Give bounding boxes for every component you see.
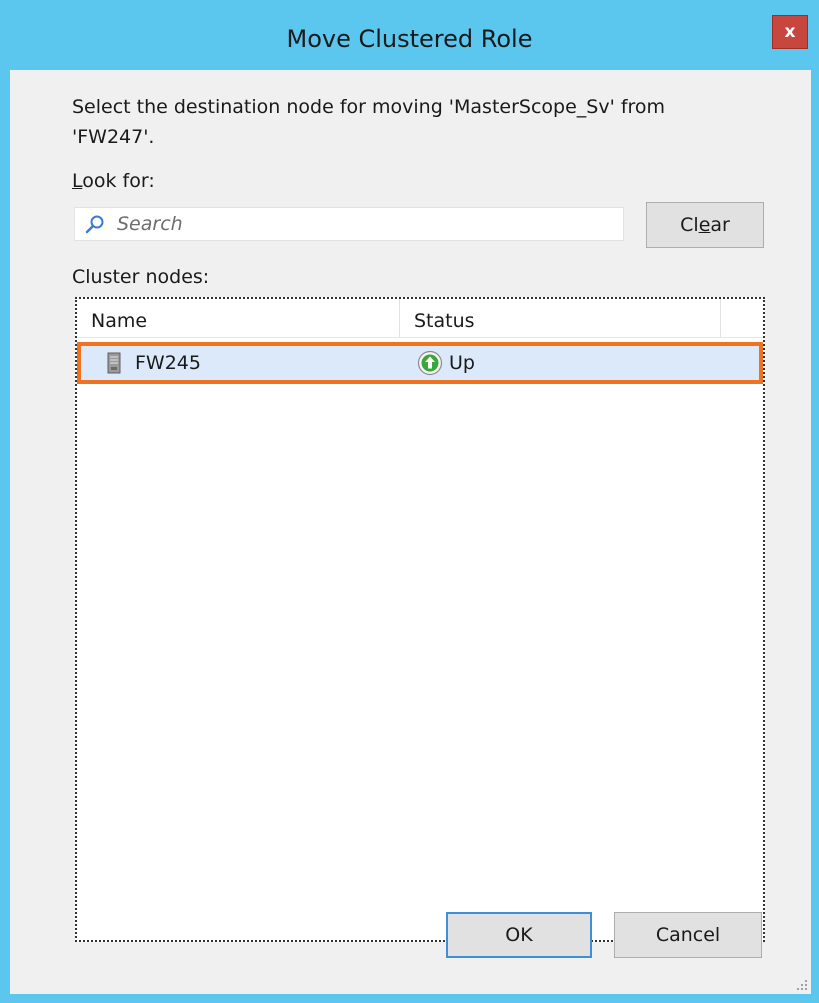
cluster-nodes-list[interactable]: Name Status FW245 Up — [75, 297, 765, 942]
ok-button[interactable]: OK — [446, 912, 592, 958]
move-clustered-role-dialog: Move Clustered Role x Select the destina… — [0, 0, 819, 1003]
status-up-icon — [417, 350, 443, 376]
clear-accelerator: e — [698, 214, 711, 236]
cancel-button[interactable]: Cancel — [614, 912, 762, 958]
name-cell: FW245 — [107, 342, 201, 384]
server-icon — [107, 352, 121, 374]
look-for-label: Look for: — [72, 170, 155, 192]
column-header-name[interactable]: Name — [77, 299, 399, 337]
title-bar[interactable]: Move Clustered Role x — [0, 0, 819, 70]
column-header-status[interactable]: Status — [400, 299, 720, 337]
close-button[interactable]: x — [772, 15, 808, 49]
clear-label-end: ar — [710, 214, 730, 236]
close-icon: x — [784, 22, 796, 42]
instruction-text: Select the destination node for moving '… — [72, 96, 666, 148]
table-row[interactable]: FW245 Up — [77, 342, 763, 384]
dialog-body: Select the destination node for moving '… — [10, 70, 811, 994]
clear-label-start: Cl — [680, 214, 699, 236]
window-title: Move Clustered Role — [286, 25, 533, 53]
clear-button[interactable]: Cl e ar — [646, 202, 764, 248]
cluster-nodes-label: Cluster nodes: — [72, 266, 210, 288]
node-name: FW245 — [135, 352, 201, 374]
node-status: Up — [449, 352, 475, 374]
resize-grip-icon[interactable] — [793, 976, 809, 992]
list-header: Name Status — [77, 299, 763, 338]
search-icon — [85, 215, 104, 234]
look-for-accelerator: L — [72, 170, 83, 192]
search-input[interactable] — [115, 212, 599, 236]
status-cell: Up — [417, 342, 475, 384]
column-divider[interactable] — [720, 299, 721, 337]
search-box[interactable] — [74, 207, 624, 241]
